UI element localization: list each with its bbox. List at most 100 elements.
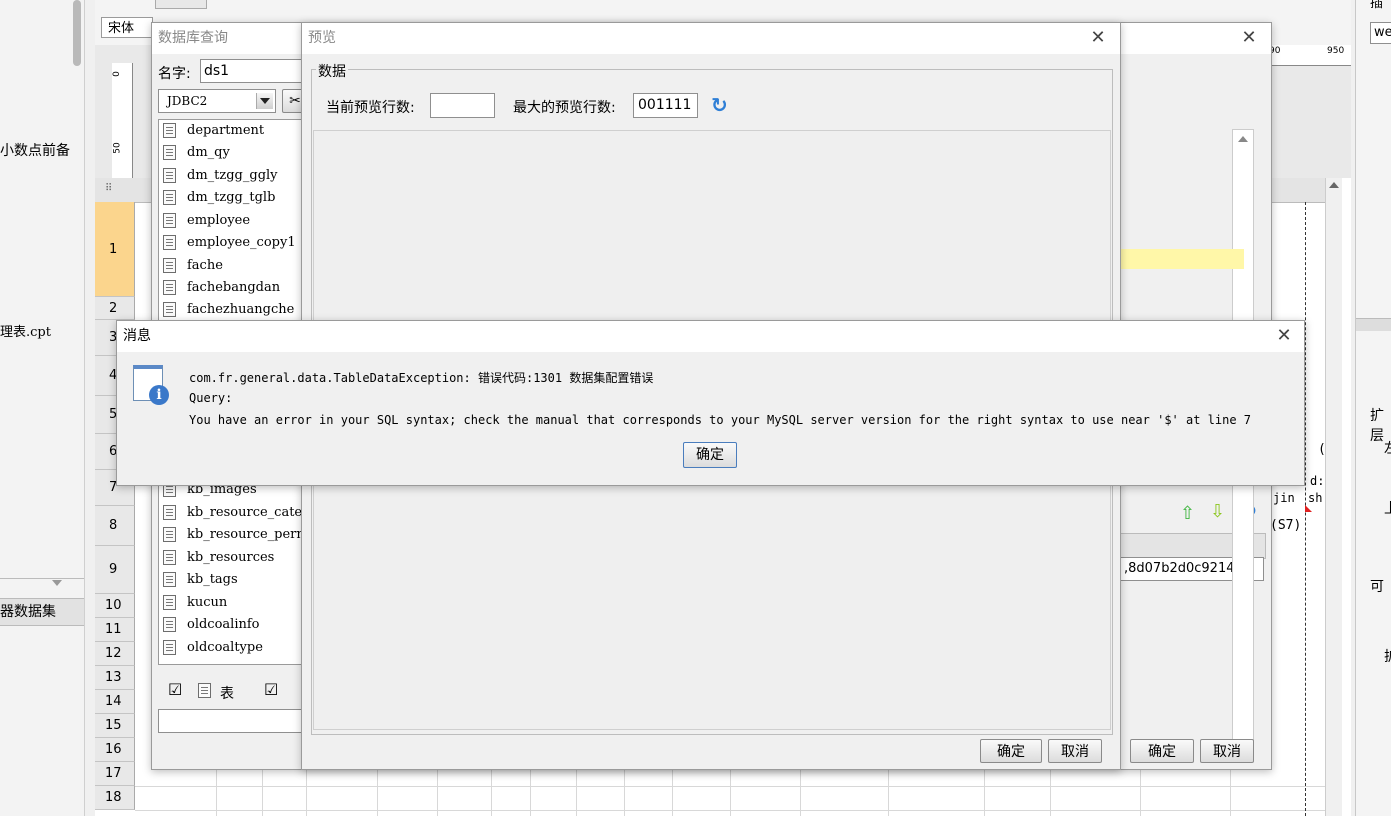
list-item[interactable]: fache — [159, 255, 223, 277]
sheet-vertical-scrollbar[interactable] — [1325, 178, 1342, 816]
row-header-15[interactable]: 15 — [95, 714, 135, 738]
move-up-arrow-icon[interactable]: ⇧ — [1180, 505, 1196, 523]
list-item[interactable]: employee_copy1 — [159, 232, 296, 254]
name-label: 名字: — [158, 66, 191, 82]
right-property-panel: 插 we 扩层 左 上 可 扩 — [1355, 0, 1391, 816]
view-filter-checkbox[interactable]: ☑ — [264, 682, 280, 698]
tools-icon: ✂ — [289, 93, 301, 109]
list-item[interactable]: kb_resource_perm — [159, 524, 309, 546]
list-item[interactable]: dm_tzgg_ggly — [159, 165, 278, 187]
list-item[interactable]: dm_tzgg_tglb — [159, 187, 275, 209]
table-icon — [198, 683, 211, 698]
current-rows-label: 当前预览行数: — [326, 100, 415, 116]
left-scrollbar-thumb[interactable] — [73, 0, 81, 66]
row-header-1[interactable]: 1 — [95, 202, 135, 297]
list-item[interactable]: oldcoalinfo — [159, 614, 260, 636]
row-header-11[interactable]: 11 — [95, 618, 135, 642]
db-query-cancel-button[interactable]: 取消 — [1200, 739, 1254, 763]
preview-ok-button[interactable]: 确定 — [980, 739, 1042, 763]
preview-cancel-button[interactable]: 取消 — [1048, 739, 1102, 763]
scroll-up-icon[interactable] — [1329, 182, 1339, 188]
highlighted-line — [1120, 249, 1244, 269]
scroll-up-icon[interactable] — [1238, 136, 1248, 142]
table-icon — [163, 550, 176, 565]
grid-line — [135, 786, 1335, 787]
connection-dropdown-button[interactable] — [256, 93, 273, 109]
row-header-18[interactable]: 18 — [95, 786, 135, 810]
row-header-12[interactable]: 12 — [95, 642, 135, 666]
table-name: oldcoalinfo — [187, 617, 260, 632]
row-header-16[interactable]: 16 — [95, 738, 135, 762]
close-icon[interactable]: ✕ — [1237, 27, 1261, 49]
font-name-select[interactable]: 宋体 — [101, 17, 153, 38]
list-item[interactable]: department — [159, 120, 264, 142]
table-icon — [163, 505, 176, 520]
table-filter-checkbox[interactable]: ☑ — [168, 682, 184, 698]
row-header-9[interactable]: 9 — [95, 546, 135, 594]
current-rows-input[interactable] — [430, 93, 495, 118]
left-label-file[interactable]: 理表.cpt — [0, 321, 51, 340]
max-rows-input[interactable]: 001111 — [633, 93, 698, 118]
table-icon — [163, 168, 176, 183]
table-name: dm_tzgg_tglb — [187, 190, 276, 205]
table-filter-label: 表 — [220, 686, 234, 702]
table-icon — [163, 235, 176, 250]
row-header-17[interactable]: 17 — [95, 762, 135, 786]
left-direction-label: 左 — [1384, 438, 1391, 458]
collapse-arrow-icon[interactable] — [52, 580, 62, 586]
move-down-arrow-icon[interactable]: ⇩ — [1210, 503, 1226, 521]
error-message-line1: com.fr.general.data.TableDataException: … — [189, 371, 654, 385]
data-group-label: 数据 — [316, 61, 348, 81]
chevron-down-icon — [260, 98, 270, 104]
left-tab-server-dataset[interactable]: 器数据集 — [0, 598, 84, 626]
table-icon — [163, 190, 176, 205]
cell-text: jin — [1273, 491, 1295, 505]
preview-dialog-title: 预览 — [302, 23, 1120, 54]
table-icon — [163, 595, 176, 610]
list-item[interactable]: kb_resource_cate — [159, 502, 302, 524]
table-icon — [163, 145, 176, 160]
dataset-name-input[interactable]: ds1 — [200, 59, 310, 83]
table-name: kb_resources — [187, 550, 275, 565]
message-ok-button[interactable]: 确定 — [683, 442, 737, 468]
table-name: kucun — [187, 595, 228, 610]
table-name: kb_tags — [187, 572, 238, 587]
table-name: department — [187, 123, 265, 138]
row-header-8[interactable]: 8 — [95, 506, 135, 546]
cell-text: d: — [1310, 474, 1325, 488]
list-item[interactable]: oldcoaltype — [159, 637, 263, 659]
db-query-ok-button[interactable]: 确定 — [1130, 739, 1194, 763]
list-item[interactable]: kb_resources — [159, 547, 274, 569]
error-message-line2: Query: — [189, 391, 233, 405]
close-icon[interactable]: ✕ — [1272, 325, 1296, 347]
table-name: employee — [187, 213, 251, 228]
info-icon: i — [133, 365, 169, 405]
row-header-14[interactable]: 14 — [95, 690, 135, 714]
list-item[interactable]: dm_qy — [159, 142, 230, 164]
table-name: dm_tzgg_ggly — [187, 168, 278, 183]
row-header-10[interactable]: 10 — [95, 594, 135, 618]
avail-label: 可 — [1370, 579, 1384, 595]
list-item[interactable]: employee — [159, 210, 250, 232]
close-icon[interactable]: ✕ — [1086, 27, 1110, 49]
list-item[interactable]: kb_tags — [159, 569, 238, 591]
row-header-13[interactable]: 13 — [95, 666, 135, 690]
grid-line — [135, 810, 1335, 811]
refresh-icon[interactable]: ↻ — [711, 95, 731, 115]
ruler-tick: 950 — [1327, 46, 1345, 56]
row-header-2[interactable]: 2 — [95, 297, 135, 320]
grid-icon[interactable]: ⠿ — [105, 183, 123, 197]
table-name: fachebangdan — [187, 280, 281, 295]
table-search-input[interactable] — [158, 709, 308, 733]
left-panel: 小数点前备 理表.cpt 器数据集 — [0, 0, 85, 816]
extend-label: 扩 — [1384, 646, 1391, 666]
error-message-line3: You have an error in your SQL syntax; ch… — [189, 413, 1252, 427]
list-item[interactable]: fachezhuangche — [159, 299, 294, 321]
list-item[interactable]: fachebangdan — [159, 277, 280, 299]
list-item[interactable]: kucun — [159, 592, 227, 614]
toolbar-tab[interactable] — [155, 0, 207, 9]
table-icon — [163, 302, 176, 317]
panel-splitter[interactable] — [1356, 318, 1391, 331]
vertical-ruler: 0 50 — [112, 63, 133, 178]
insert-value-field[interactable]: we — [1370, 22, 1391, 44]
